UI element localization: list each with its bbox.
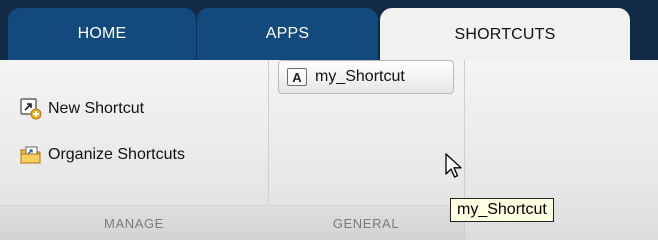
tab-shortcuts[interactable]: SHORTCUTS (380, 8, 630, 62)
organize-shortcuts-folder-icon (20, 144, 42, 166)
tab-home[interactable]: HOME (8, 8, 196, 60)
manage-section-label: MANAGE (0, 205, 268, 240)
manage-section: New Shortcut Organize Shortcuts MANAGE (0, 60, 269, 240)
letter-a-icon: A (287, 68, 307, 86)
new-shortcut-label: New Shortcut (48, 100, 145, 117)
mouse-pointer-icon (444, 152, 464, 185)
tab-bar: HOME APPS SHORTCUTS (0, 0, 658, 62)
organize-shortcuts-button[interactable]: Organize Shortcuts (20, 144, 185, 166)
toolstrip: HOME APPS SHORTCUTS New Shortcut Organiz… (0, 0, 658, 240)
new-shortcut-icon (20, 98, 42, 120)
general-section-label: GENERAL (268, 205, 464, 240)
my-shortcut-label: my_Shortcut (315, 68, 405, 85)
tab-apps[interactable]: APPS (196, 8, 378, 60)
organize-shortcuts-label: Organize Shortcuts (48, 146, 185, 163)
my-shortcut-button[interactable]: A my_Shortcut (278, 60, 454, 94)
shortcut-tooltip: my_Shortcut (450, 198, 554, 222)
new-shortcut-button[interactable]: New Shortcut (20, 98, 144, 120)
